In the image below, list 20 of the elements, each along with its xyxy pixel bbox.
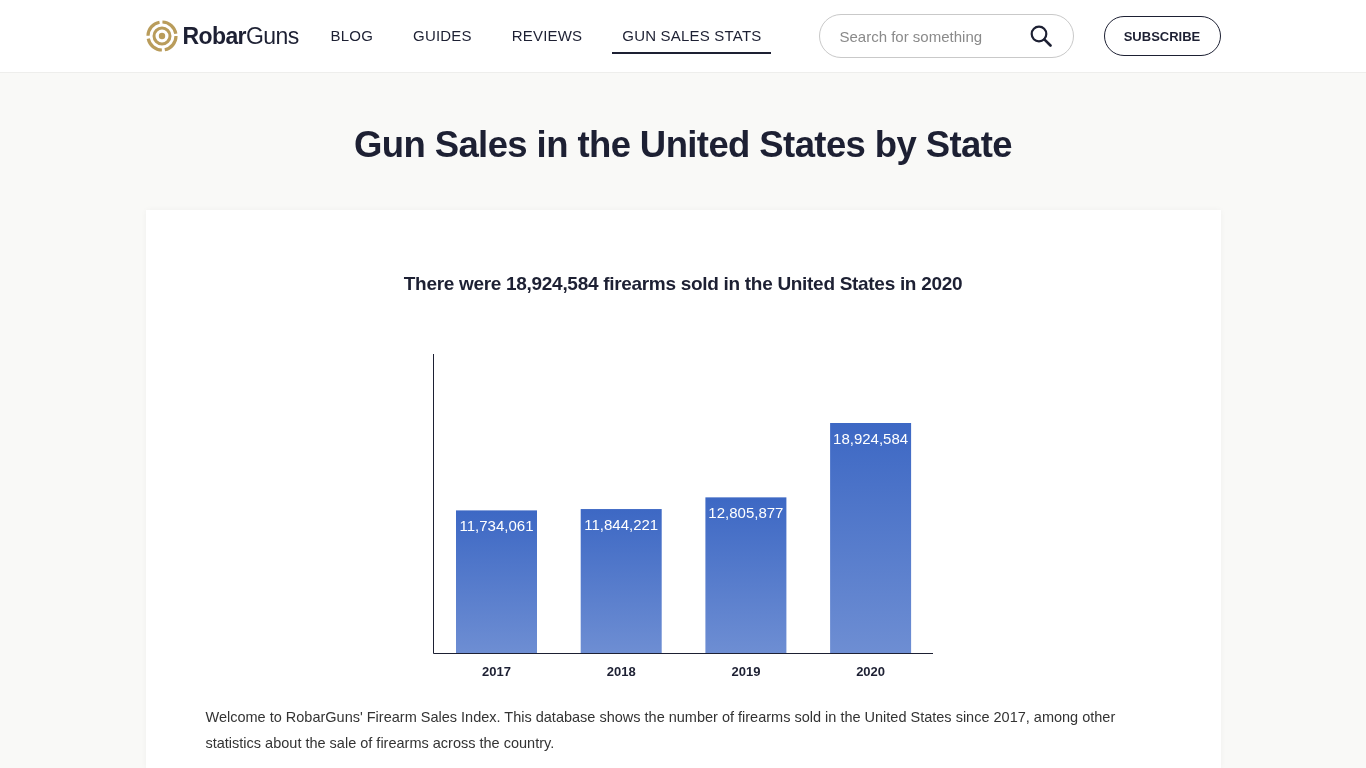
- bar-value-label: 12,805,877: [708, 504, 784, 522]
- subscribe-button[interactable]: SUBSCRIBE: [1103, 16, 1221, 56]
- bar-value-label: 11,844,221: [584, 516, 659, 534]
- nav-tab[interactable]: REVIEWS: [501, 18, 593, 54]
- logo-text[interactable]: RobarGuns: [182, 22, 299, 50]
- search-icon[interactable]: [1029, 25, 1052, 47]
- bar-value-label: 11,734,061: [459, 517, 534, 535]
- axis-tick-label: 2020: [856, 664, 886, 679]
- axis-tick-label: 2019: [731, 664, 761, 679]
- page-title: Gun Sales in the United States by State: [353, 124, 1013, 166]
- nav-tab[interactable]: GUIDES: [403, 18, 482, 54]
- target-logo-icon[interactable]: [145, 20, 178, 52]
- nav-tab[interactable]: BLOG: [320, 18, 383, 54]
- intro-paragraph: Welcome to RobarGuns' Firearm Sales Index. This database shows the number of firearms sold in the United States since 2017, among other statistics about the sale of firearms across the country.: [205, 708, 1117, 753]
- axis-tick-label: 2017: [482, 664, 511, 679]
- chart-title: There were 18,924,584 firearms sold in the United States in 2020: [403, 272, 963, 296]
- search-field[interactable]: Search for something: [818, 14, 1074, 58]
- axis-tick-label: 2018: [606, 664, 636, 679]
- nav-tab[interactable]: GUN SALES STATS: [612, 18, 772, 54]
- bar-value-label: 18,924,584: [833, 430, 909, 447]
